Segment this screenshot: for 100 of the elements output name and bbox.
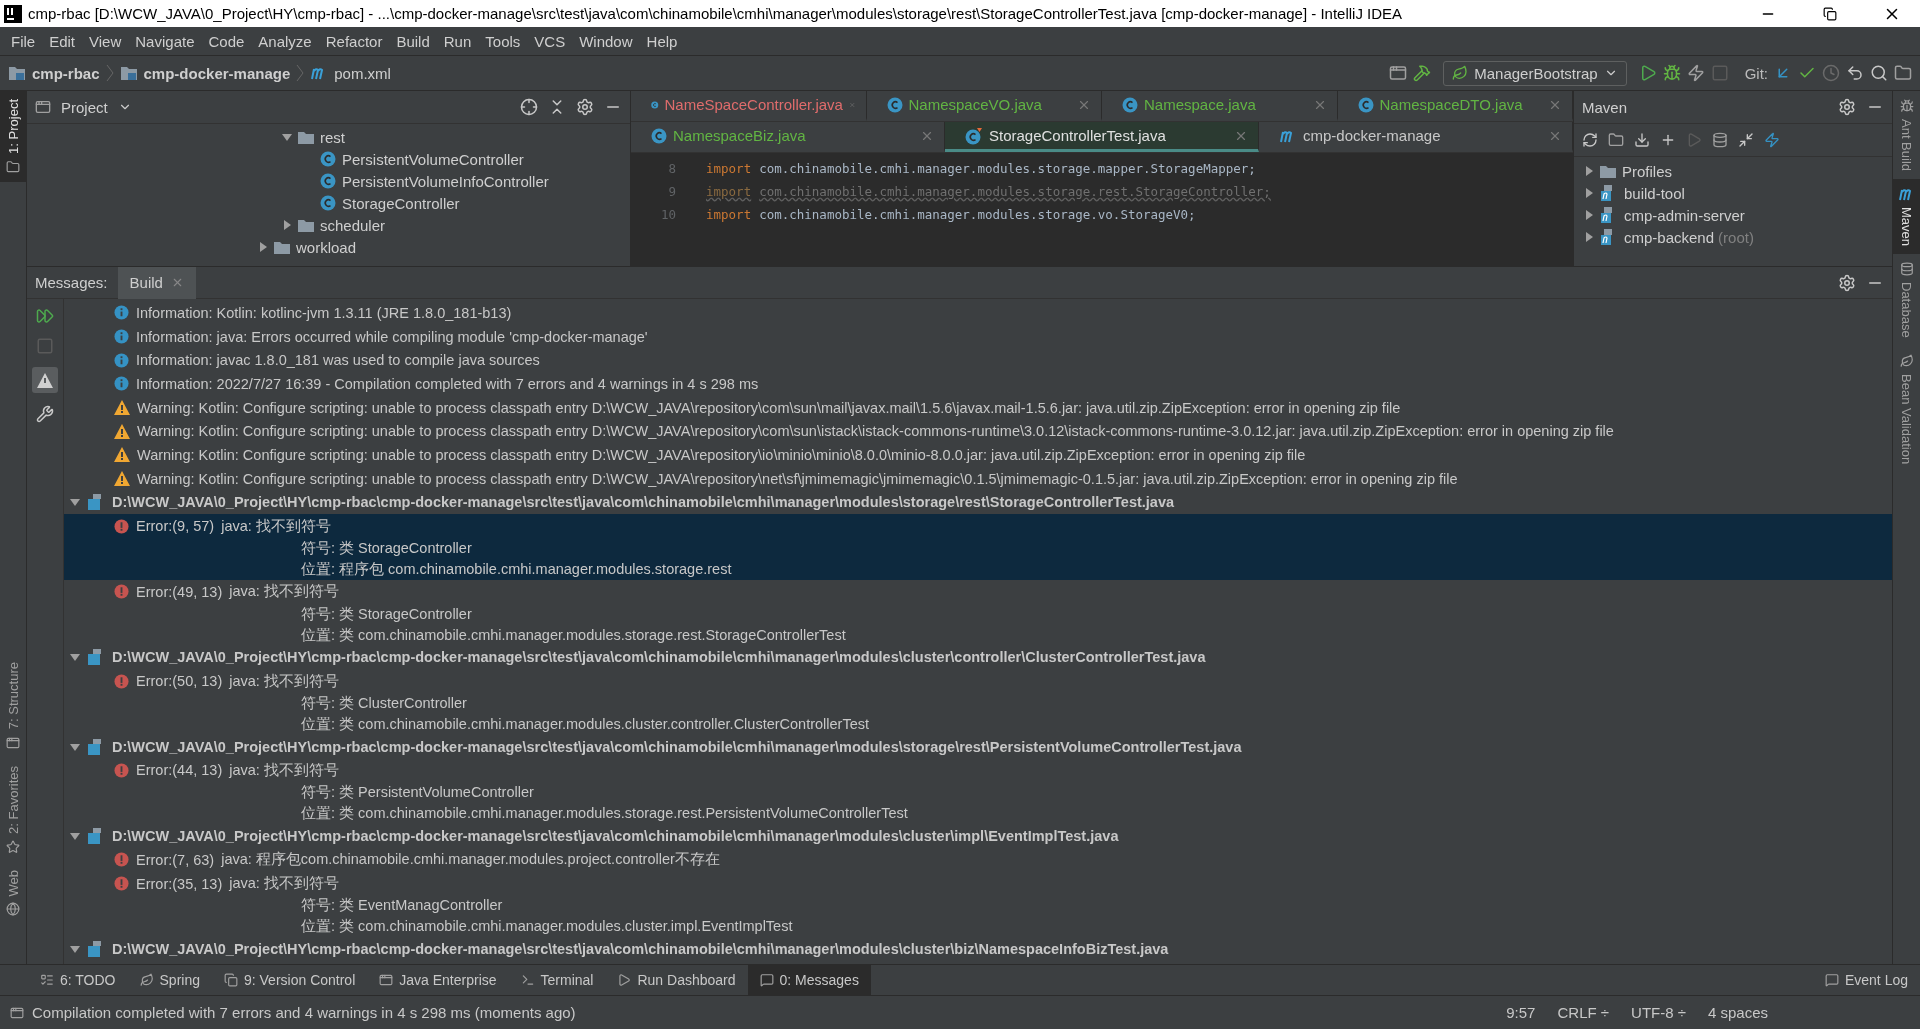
- run-configuration-dropdown[interactable]: ManagerBootstrap: [1443, 60, 1627, 86]
- settings-icon[interactable]: [1838, 273, 1856, 292]
- search-icon[interactable]: [1870, 64, 1888, 82]
- tool-window-tab[interactable]: Database: [1893, 254, 1920, 346]
- file-path[interactable]: D:\WCW_JAVA\0_Project\HY\cmp-rbac\cmp-docker-manage\src\test\java\com\chinamobile\cmhi\manager\modules\storage\rest\PersistentVolumeControllerTest.java: [112, 738, 1242, 755]
- warnings-toggle[interactable]: [32, 367, 58, 393]
- menu-item[interactable]: Refactor: [318, 32, 390, 50]
- menu-item[interactable]: Code: [201, 32, 252, 50]
- file-path[interactable]: D:\WCW_JAVA\0_Project\HY\cmp-rbac\cmp-docker-manage\src\test\java\com\chinamobile\cmhi\manager\modules\cluster\biz\NamespaceInfoBizTest.java: [112, 941, 1169, 958]
- debug-icon[interactable]: [1662, 64, 1681, 82]
- tool-window-tab[interactable]: 9: Version Control: [212, 964, 368, 996]
- panel-tab[interactable]: Build: [117, 266, 196, 299]
- expand-arrow-icon[interactable]: [1584, 166, 1594, 176]
- tool-window-tab[interactable]: Maven: [1893, 179, 1920, 255]
- menu-item[interactable]: VCS: [527, 32, 573, 50]
- error-entry[interactable]: Error:(7, 63) java: 程序包com.chinamobile.cmhi.manager.modules.project.controller不存在: [64, 848, 1892, 872]
- tree-item[interactable]: build-tool: [1624, 184, 1685, 202]
- tool-window-tab[interactable]: 6: TODO: [28, 964, 128, 996]
- file-path[interactable]: D:\WCW_JAVA\0_Project\HY\cmp-rbac\cmp-docker-manage\src\test\java\com\chinamobile\cmhi\manager\modules\storage\rest\StorageControllerTest.java: [112, 494, 1175, 511]
- menu-item[interactable]: Window: [572, 32, 640, 50]
- settings-wrench-icon[interactable]: [36, 405, 54, 423]
- editor-tab[interactable]: Namespace.java: [1102, 91, 1338, 121]
- breadcrumb[interactable]: pom.xml: [334, 64, 391, 82]
- editor-tab[interactable]: NameSpaceController.java: [631, 91, 867, 121]
- tree-item[interactable]: cmp-admin-server: [1624, 206, 1745, 224]
- revert-icon[interactable]: [1846, 64, 1864, 82]
- tool-window-tab[interactable]: Terminal: [508, 964, 606, 996]
- status-item[interactable]: 9:57: [1506, 1004, 1536, 1021]
- breadcrumb[interactable]: cmp-docker-manage: [143, 64, 291, 82]
- locate-icon[interactable]: [520, 98, 538, 116]
- message-text: Warning: Kotlin: Configure scripting: unable to process classpath entry D:\WCW_JAVA\repository\io\minio\minio\8.0.0\minio-8.0.0.jar: java.util.zip.ZipException: error in opening zip file: [137, 446, 1306, 463]
- restore-icon[interactable]: [1823, 6, 1837, 21]
- tool-window-tab[interactable]: Run Dashboard: [605, 964, 748, 996]
- file-path[interactable]: D:\WCW_JAVA\0_Project\HY\cmp-rbac\cmp-docker-manage\src\test\java\com\chinamobile\cmhi\manager\modules\cluster\controller\ClusterControllerTest.java: [112, 649, 1206, 666]
- tool-window-tab[interactable]: 2: Favorites: [0, 757, 26, 862]
- build-icon[interactable]: [1413, 64, 1432, 82]
- event-log-tab[interactable]: Event Log: [1812, 964, 1920, 996]
- tree-item[interactable]: Profiles: [1622, 162, 1673, 180]
- panel-title[interactable]: Project: [61, 98, 108, 116]
- expand-arrow-icon[interactable]: [258, 242, 268, 252]
- expand-arrow-icon[interactable]: [1584, 188, 1594, 198]
- rerun-icon[interactable]: [36, 307, 54, 325]
- collapse-arrow-icon[interactable]: [282, 132, 292, 142]
- reload-icon[interactable]: [1582, 132, 1598, 148]
- menu-item[interactable]: Navigate: [128, 32, 202, 50]
- collapse-arrow-icon[interactable]: [70, 944, 80, 955]
- settings-icon[interactable]: [576, 98, 594, 116]
- collapse-arrow-icon[interactable]: [70, 497, 80, 508]
- tool-window-tab[interactable]: 1: Project: [0, 91, 26, 182]
- editor-tab[interactable]: NamespaceVO.java: [866, 91, 1102, 121]
- tree-item[interactable]: StorageController: [342, 194, 460, 212]
- expand-arrow-icon[interactable]: [282, 220, 292, 230]
- layout-icon[interactable]: [1389, 64, 1408, 82]
- tool-window-tab[interactable]: 7: Structure: [0, 654, 26, 758]
- status-item[interactable]: UTF-8 ÷: [1631, 1004, 1686, 1021]
- project-view-icon: [35, 99, 51, 115]
- expand-arrow-icon[interactable]: [1584, 210, 1594, 220]
- version-control-icon: [224, 973, 238, 987]
- tool-window-tab[interactable]: Java Enterprise: [367, 964, 509, 996]
- editor-tab[interactable]: StorageControllerTest.java: [945, 122, 1259, 152]
- editor-tab[interactable]: NamespaceDTO.java: [1337, 91, 1573, 121]
- menu-item[interactable]: Tools: [478, 32, 528, 50]
- menu-item[interactable]: File: [4, 32, 43, 50]
- collapse-arrow-icon[interactable]: [70, 652, 80, 663]
- tree-item[interactable]: scheduler: [320, 216, 386, 234]
- settings-icon[interactable]: [1838, 98, 1856, 116]
- tree-item[interactable]: cmp-backend: [1624, 228, 1715, 246]
- menu-item[interactable]: Edit: [42, 32, 83, 50]
- expand-arrow-icon[interactable]: [1584, 232, 1594, 242]
- file-path[interactable]: D:\WCW_JAVA\0_Project\HY\cmp-rbac\cmp-docker-manage\src\test\java\com\chinamobile\cmhi\manager\modules\cluster\impl\EventImplTest.java: [112, 828, 1119, 845]
- error-entry[interactable]: Error:(35, 13) java: 找不到符号 符号: 类 EventManagController 位置: 类 com.chinamobile.cmhi.manager.modules.cluster.impl.EventImplTest: [64, 871, 1892, 938]
- menu-item[interactable]: Run: [436, 32, 479, 50]
- tool-window-tab[interactable]: Web: [0, 861, 26, 924]
- error-message: java: 找不到符号: [229, 582, 339, 602]
- add-folder-icon[interactable]: [1608, 132, 1624, 148]
- error-entry[interactable]: Error:(44, 13) java: 找不到符号 符号: 类 PersistentVolumeController 位置: 类 com.chinamobile.cmhi.manager.modules.storage.rest.PersistentVolumeControllerTest: [64, 758, 1892, 825]
- breadcrumb[interactable]: cmp-rbac: [32, 64, 100, 82]
- error-entry[interactable]: Error:(49, 13) java: 找不到符号 符号: 类 StorageController 位置: 类 com.chinamobile.cmhi.manager.modules.storage.rest.StorageControllerTest: [64, 579, 1892, 646]
- folder-icon: [298, 218, 314, 232]
- status-item[interactable]: CRLF ÷: [1557, 1004, 1610, 1021]
- tool-window-tab[interactable]: Bean Validation: [1893, 345, 1920, 472]
- tree-item[interactable]: rest: [320, 128, 345, 146]
- error-entry[interactable]: Error:(50, 13) java: 找不到符号 符号: 类 ClusterController 位置: 类 com.chinamobile.cmhi.manager.modules.cluster.controller.ClusterControllerTest: [64, 669, 1892, 735]
- tree-item[interactable]: PersistentVolumeController: [342, 150, 524, 168]
- tree-item[interactable]: workload: [296, 238, 357, 256]
- download-icon[interactable]: [1634, 132, 1650, 148]
- menu-item[interactable]: View: [82, 32, 129, 50]
- menu-item[interactable]: Analyze: [251, 32, 319, 50]
- status-item[interactable]: 4 spaces: [1707, 1004, 1768, 1021]
- collapse-arrow-icon[interactable]: [70, 831, 80, 842]
- tool-window-tab[interactable]: Spring: [127, 964, 212, 996]
- tool-window-tab[interactable]: 0: Messages: [747, 964, 871, 996]
- tool-window-tab[interactable]: Ant Build: [1893, 91, 1920, 180]
- collapse-arrow-icon[interactable]: [70, 741, 80, 752]
- tree-item[interactable]: PersistentVolumeInfoController: [342, 172, 549, 190]
- menu-item[interactable]: Build: [389, 32, 437, 50]
- error-message: java: 找不到符号: [229, 874, 339, 894]
- add-icon[interactable]: [1660, 132, 1676, 148]
- editor-tab[interactable]: cmp-docker-manage: [1259, 122, 1573, 152]
- menu-item[interactable]: Help: [639, 32, 685, 50]
